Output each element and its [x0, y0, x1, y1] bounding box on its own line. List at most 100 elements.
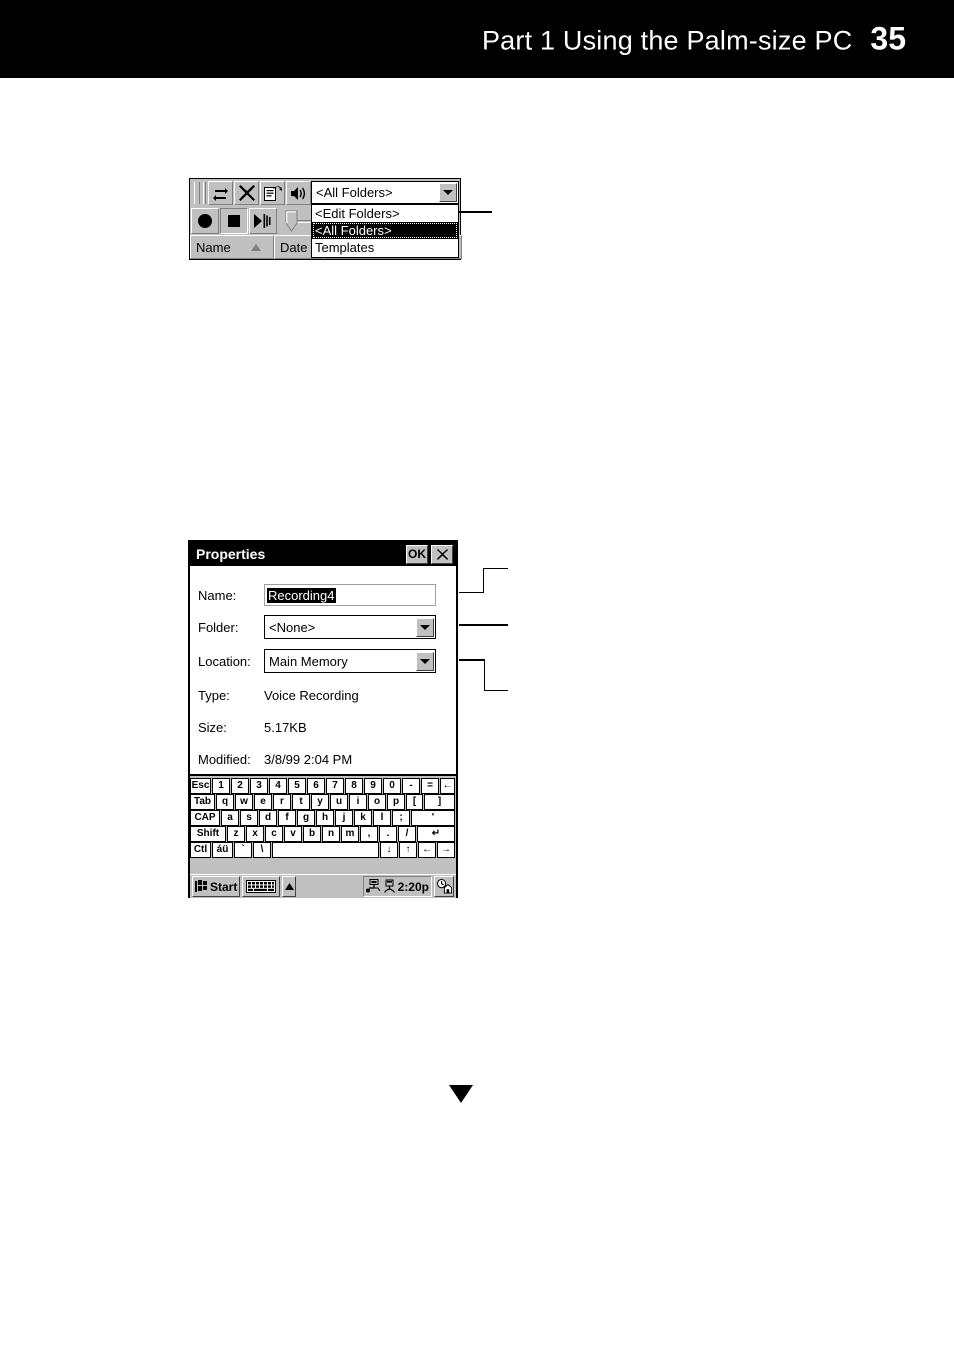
key-z[interactable]: z [227, 826, 245, 842]
key-backslash[interactable]: \ [253, 842, 271, 858]
key-3[interactable]: 3 [250, 778, 268, 794]
key-n[interactable]: n [322, 826, 340, 842]
location-combo-dropdown-button[interactable] [416, 651, 434, 671]
key-p[interactable]: p [387, 794, 405, 810]
key-c[interactable]: c [265, 826, 283, 842]
key-accents[interactable]: áü [212, 842, 233, 858]
close-button[interactable] [431, 544, 453, 564]
key-x[interactable]: x [246, 826, 264, 842]
key-t[interactable]: t [292, 794, 310, 810]
key-period[interactable]: . [379, 826, 397, 842]
callout-name-field-lead [483, 568, 508, 569]
key-1[interactable]: 1 [212, 778, 230, 794]
desktop-button[interactable] [434, 876, 454, 897]
key-d[interactable]: d [259, 810, 277, 826]
chevron-down-icon [420, 624, 430, 630]
key-6[interactable]: 6 [307, 778, 325, 794]
key-u[interactable]: u [330, 794, 348, 810]
speaker-button[interactable] [286, 181, 311, 205]
dropdown-item-templates[interactable]: Templates [312, 239, 458, 256]
key-r[interactable]: r [273, 794, 291, 810]
key-enter[interactable]: ↵ [417, 826, 455, 842]
location-combo[interactable]: Main Memory [264, 649, 436, 673]
key-m[interactable]: m [341, 826, 359, 842]
keyboard-toggle-button[interactable] [242, 876, 281, 897]
key-semicolon[interactable]: ; [392, 810, 410, 826]
key-comma[interactable]: , [360, 826, 378, 842]
key-g[interactable]: g [297, 810, 315, 826]
key-2[interactable]: 2 [231, 778, 249, 794]
folder-filter-dropdown-button[interactable] [439, 183, 457, 202]
callout-folder-combo [459, 624, 508, 626]
stop-button[interactable] [220, 208, 248, 234]
properties-button[interactable] [260, 181, 285, 205]
keyboard-options-button[interactable] [282, 876, 297, 897]
column-header-name[interactable]: Name [190, 235, 274, 259]
key-ctrl[interactable]: Ctl [190, 842, 211, 858]
delete-button[interactable] [234, 181, 259, 205]
play-button[interactable] [249, 208, 277, 234]
key-backtick[interactable]: ` [234, 842, 252, 858]
dropdown-item-all-folders[interactable]: <All Folders> [312, 222, 458, 239]
grip-handle-icon[interactable] [194, 182, 200, 204]
key-y[interactable]: y [311, 794, 329, 810]
record-button[interactable] [191, 208, 219, 234]
key-minus[interactable]: - [402, 778, 420, 794]
key-arrow-left[interactable]: ← [418, 842, 436, 858]
key-bracket-right[interactable]: ] [424, 794, 455, 810]
key-8[interactable]: 8 [345, 778, 363, 794]
chevron-down-icon [420, 658, 430, 664]
sync-button[interactable] [208, 181, 233, 205]
key-arrow-right[interactable]: → [437, 842, 455, 858]
key-caps[interactable]: CAP [190, 810, 220, 826]
grip-handle-icon[interactable] [203, 182, 206, 204]
key-w[interactable]: w [235, 794, 253, 810]
key-k[interactable]: k [354, 810, 372, 826]
folder-combo-dropdown-button[interactable] [416, 617, 434, 637]
key-l[interactable]: l [373, 810, 391, 826]
key-e[interactable]: e [254, 794, 272, 810]
folder-filter-dropdown-list[interactable]: <Edit Folders> <All Folders> Templates [311, 204, 459, 258]
soft-keyboard: Esc 1 2 3 4 5 6 7 8 9 0 - = ← Tab q w e … [190, 778, 456, 858]
key-j[interactable]: j [335, 810, 353, 826]
toolbar-button-group [190, 180, 311, 206]
slider-thumb[interactable] [285, 210, 298, 232]
folder-filter-combo[interactable]: <All Folders> [311, 181, 459, 204]
taskbar: Start 2:20p [190, 874, 456, 898]
key-space[interactable] [272, 842, 379, 858]
dropdown-item-edit-folders[interactable]: <Edit Folders> [312, 205, 458, 222]
key-shift[interactable]: Shift [190, 826, 226, 842]
key-v[interactable]: v [284, 826, 302, 842]
key-apostrophe[interactable]: ' [411, 810, 455, 826]
home-clock-icon [436, 879, 452, 894]
toolbar-row-commands: <All Folders> [190, 179, 462, 207]
name-input[interactable]: Recording4 [264, 584, 436, 606]
key-equals[interactable]: = [421, 778, 439, 794]
power-plug-icon [383, 879, 395, 893]
key-9[interactable]: 9 [364, 778, 382, 794]
system-tray[interactable]: 2:20p [362, 876, 432, 897]
key-b[interactable]: b [303, 826, 321, 842]
key-5[interactable]: 5 [288, 778, 306, 794]
key-7[interactable]: 7 [326, 778, 344, 794]
key-slash[interactable]: / [398, 826, 416, 842]
key-f[interactable]: f [278, 810, 296, 826]
folder-combo[interactable]: <None> [264, 615, 436, 639]
key-o[interactable]: o [368, 794, 386, 810]
key-tab[interactable]: Tab [190, 794, 215, 810]
key-i[interactable]: i [349, 794, 367, 810]
delete-icon [238, 185, 255, 201]
key-arrow-up[interactable]: ↑ [399, 842, 417, 858]
key-a[interactable]: a [221, 810, 239, 826]
key-0[interactable]: 0 [383, 778, 401, 794]
key-q[interactable]: q [216, 794, 234, 810]
key-arrow-down[interactable]: ↓ [380, 842, 398, 858]
key-4[interactable]: 4 [269, 778, 287, 794]
key-backspace[interactable]: ← [440, 778, 455, 794]
start-button[interactable]: Start [192, 876, 241, 897]
key-esc[interactable]: Esc [190, 778, 211, 794]
ok-button[interactable]: OK [406, 544, 428, 564]
key-bracket-left[interactable]: [ [406, 794, 423, 810]
key-s[interactable]: s [240, 810, 258, 826]
key-h[interactable]: h [316, 810, 334, 826]
